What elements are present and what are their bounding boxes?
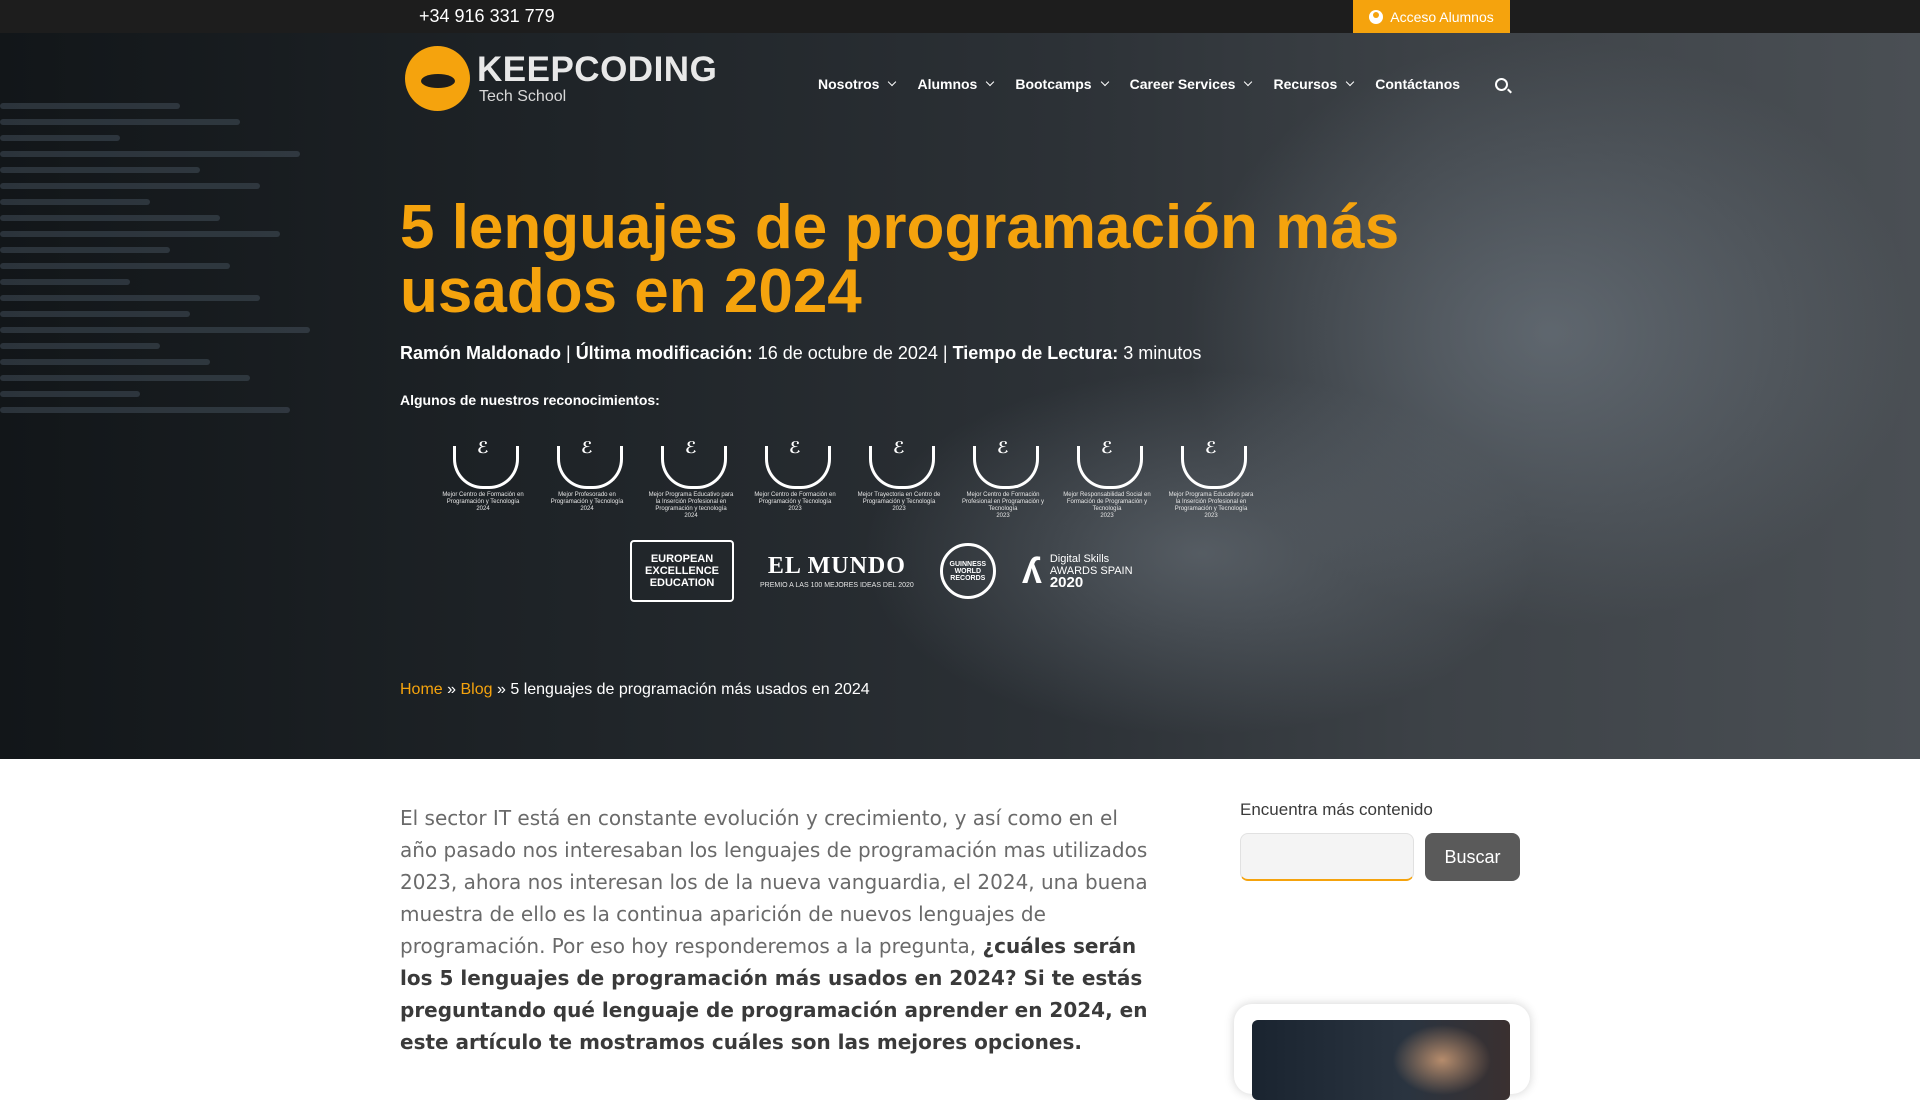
award-year: 2024: [580, 506, 594, 512]
award-caption: Mejor Trayectoria en Centro de Programac…: [857, 492, 941, 505]
user-icon: [1369, 9, 1384, 24]
phone-number[interactable]: +34 916 331 779: [419, 6, 555, 27]
chevron-down-icon: [1346, 77, 1355, 87]
award-badge: ℰ Mejor Trayectoria en Centro de Programa…: [854, 440, 944, 528]
laurel-icon: ℰ: [967, 440, 1039, 489]
european-excellence-logo: EUROPEAN EXCELLENCE EDUCATION: [630, 540, 734, 602]
logo-mark-icon: [405, 46, 470, 111]
laurel-icon: ℰ: [759, 440, 831, 489]
award-badge: ℰ Mejor Profesorado en Programación y Tec…: [542, 440, 632, 528]
sidebar-search-title: Encuentra más contenido: [1240, 800, 1433, 819]
logo-brand: KEEPCODING: [477, 50, 718, 89]
award-caption: Mejor Programa Educativo para la Inserci…: [648, 492, 734, 512]
laurel-icon: ℰ: [863, 440, 935, 489]
chevron-down-icon: [986, 77, 995, 87]
breadcrumb-blog[interactable]: Blog: [461, 681, 493, 698]
breadcrumb-separator: »: [447, 681, 457, 698]
digital-skills-line1: Digital Skills: [1049, 552, 1110, 565]
award-year: 2024: [476, 506, 490, 512]
award-caption: Mejor Profesorado en Programación y Tecn…: [550, 492, 624, 505]
nav-label: Alumnos: [917, 76, 978, 92]
site-logo[interactable]: KEEPCODING Tech School: [405, 46, 717, 112]
sidebar-search-input[interactable]: [1240, 833, 1414, 881]
guinness-logo: GUINNESS WORLD RECORDS: [939, 543, 996, 599]
chevron-down-icon: [1100, 77, 1109, 87]
el-mundo-name: EL MUNDO: [767, 552, 906, 579]
nav-label: Nosotros: [818, 76, 880, 92]
hero-section: [0, 33, 1920, 759]
sidebar-search-button[interactable]: Buscar: [1425, 833, 1520, 881]
sidebar-promo-card[interactable]: [1234, 1004, 1530, 1100]
modified-label: Última modificación:: [575, 343, 753, 363]
nav-label: Career Services: [1129, 76, 1236, 92]
recognitions-label: Algunos de nuestros reconocimientos:: [400, 392, 660, 408]
reading-time-label: Tiempo de Lectura:: [952, 343, 1119, 363]
award-badge: ℰ Mejor Centro de Formación en Programaci…: [750, 440, 840, 528]
digital-skills-year: 2020: [1049, 573, 1084, 591]
award-caption: Mejor Responsabilidad Social en Formació…: [1063, 492, 1151, 512]
article-intro: El sector IT está en constante evolución…: [400, 802, 1160, 1058]
digital-skills-icon: ʎ: [1021, 550, 1042, 591]
nav-item-alumnos[interactable]: Alumnos: [917, 76, 995, 92]
award-badge: ℰ Mejor Programa Educativo para la Inserc…: [1166, 440, 1256, 528]
nav-item-career-services[interactable]: Career Services: [1129, 76, 1253, 92]
promo-image: [1252, 1020, 1510, 1100]
reading-time: 3 minutos: [1123, 343, 1202, 363]
chevron-down-icon: [888, 77, 897, 87]
award-year: 2023: [1100, 513, 1114, 519]
award-badge: ℰ Mejor Centro de Formación Profesional e…: [958, 440, 1048, 528]
top-bar: +34 916 331 779 Acceso Alumnos: [0, 0, 1920, 33]
logo-tagline: Tech School: [479, 88, 567, 105]
el-mundo-subtitle: PREMIO A LAS 100 MEJORES IDEAS DEL 2020: [760, 581, 914, 589]
recognition-logos: EUROPEAN EXCELLENCE EDUCATION EL MUNDO P…: [630, 540, 1159, 602]
award-year: 2024: [684, 513, 698, 519]
award-caption: Mejor Centro de Formación en Programació…: [754, 492, 836, 505]
laurel-icon: ℰ: [1175, 440, 1247, 489]
page-title: 5 lenguajes de programación más usados e…: [400, 193, 1400, 326]
award-badge: ℰ Mejor Responsabilidad Social en Formaci…: [1062, 440, 1152, 528]
nav-label: Bootcamps: [1015, 76, 1092, 92]
breadcrumb-home[interactable]: Home: [400, 681, 443, 698]
nav-label: Recursos: [1273, 76, 1338, 92]
award-year: 2023: [1204, 513, 1218, 519]
laurel-icon: ℰ: [655, 440, 727, 489]
breadcrumb-separator: »: [496, 681, 506, 698]
award-year: 2023: [788, 506, 802, 512]
main-nav: Nosotros Alumnos Bootcamps Career Servic…: [818, 76, 1482, 92]
laurel-icon: ℰ: [447, 440, 519, 489]
laurel-icon: ℰ: [551, 440, 623, 489]
breadcrumb: Home » Blog » 5 lenguajes de programació…: [400, 681, 870, 699]
award-badge: ℰ Mejor Programa Educativo para la Inserc…: [646, 440, 736, 528]
awards-row: ℰ Mejor Centro de Formación en Programaci…: [438, 440, 1270, 528]
student-access-button[interactable]: Acceso Alumnos: [1353, 0, 1510, 33]
award-badge: ℰ Mejor Centro de Formación en Programaci…: [438, 440, 528, 528]
award-year: 2023: [892, 506, 906, 512]
nav-item-recursos[interactable]: Recursos: [1273, 76, 1355, 92]
award-caption: Mejor Programa Educativo para la Inserci…: [1168, 492, 1254, 512]
award-caption: Mejor Centro de Formación en Programació…: [442, 492, 524, 505]
award-year: 2023: [996, 513, 1010, 519]
digital-skills-logo: ʎ Digital Skills AWARDS SPAIN 2020: [1022, 553, 1133, 590]
student-access-label: Acceso Alumnos: [1390, 8, 1494, 25]
award-caption: Mejor Centro de Formación Profesional en…: [961, 492, 1045, 512]
chevron-down-icon: [1244, 77, 1253, 87]
nav-item-contactanos[interactable]: Contáctanos: [1375, 76, 1460, 92]
search-icon[interactable]: [1495, 78, 1508, 91]
nav-item-bootcamps[interactable]: Bootcamps: [1015, 76, 1109, 92]
background-code-decoration: [0, 93, 360, 693]
modified-date: 16 de octubre de 2024: [757, 343, 938, 363]
article-meta: Ramón Maldonado | Última modificación: 1…: [400, 343, 1202, 363]
nav-label: Contáctanos: [1375, 76, 1461, 92]
laurel-icon: ℰ: [1071, 440, 1143, 489]
author-name[interactable]: Ramón Maldonado: [400, 343, 561, 363]
el-mundo-logo: EL MUNDO PREMIO A LAS 100 MEJORES IDEAS …: [760, 553, 914, 590]
nav-item-nosotros[interactable]: Nosotros: [818, 76, 897, 92]
breadcrumb-current: 5 lenguajes de programación más usados e…: [510, 681, 870, 698]
